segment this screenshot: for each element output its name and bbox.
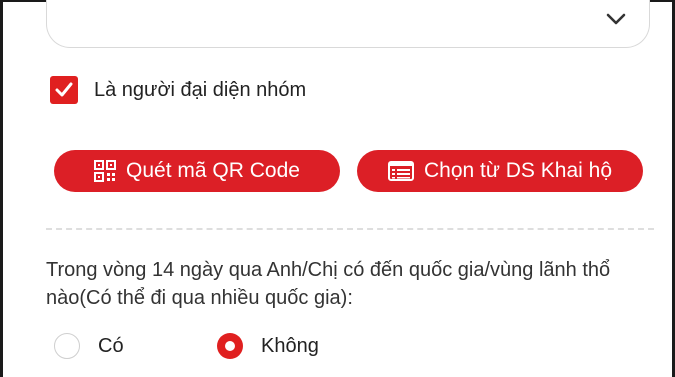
- radio-option-yes[interactable]: Có: [54, 333, 124, 359]
- chevron-down-icon[interactable]: [605, 11, 627, 27]
- dropdown-select[interactable]: [46, 0, 650, 48]
- travel-question: Trong vòng 14 ngày qua Anh/Chị có đến qu…: [46, 259, 611, 309]
- list-icon: [388, 161, 414, 181]
- radio-yes[interactable]: [54, 333, 80, 359]
- checkmark-icon: [55, 82, 73, 97]
- radio-option-no[interactable]: Không: [217, 333, 319, 359]
- group-representative-checkbox[interactable]: [50, 76, 78, 104]
- choose-from-list-button[interactable]: Chọn từ DS Khai hộ: [357, 150, 643, 192]
- group-representative-label: Là người đại diện nhóm: [94, 78, 307, 101]
- scan-qr-button[interactable]: Quét mã QR Code: [54, 150, 340, 192]
- dashed-divider: [46, 228, 654, 230]
- scan-qr-label: Quét mã QR Code: [126, 159, 300, 182]
- qr-code-icon: [94, 160, 117, 182]
- radio-no-label: Không: [261, 334, 319, 357]
- choose-from-list-label: Chọn từ DS Khai hộ: [424, 159, 612, 182]
- radio-no[interactable]: [217, 333, 243, 359]
- group-representative-row[interactable]: Là người đại diện nhóm: [50, 76, 306, 104]
- radio-yes-label: Có: [98, 334, 124, 357]
